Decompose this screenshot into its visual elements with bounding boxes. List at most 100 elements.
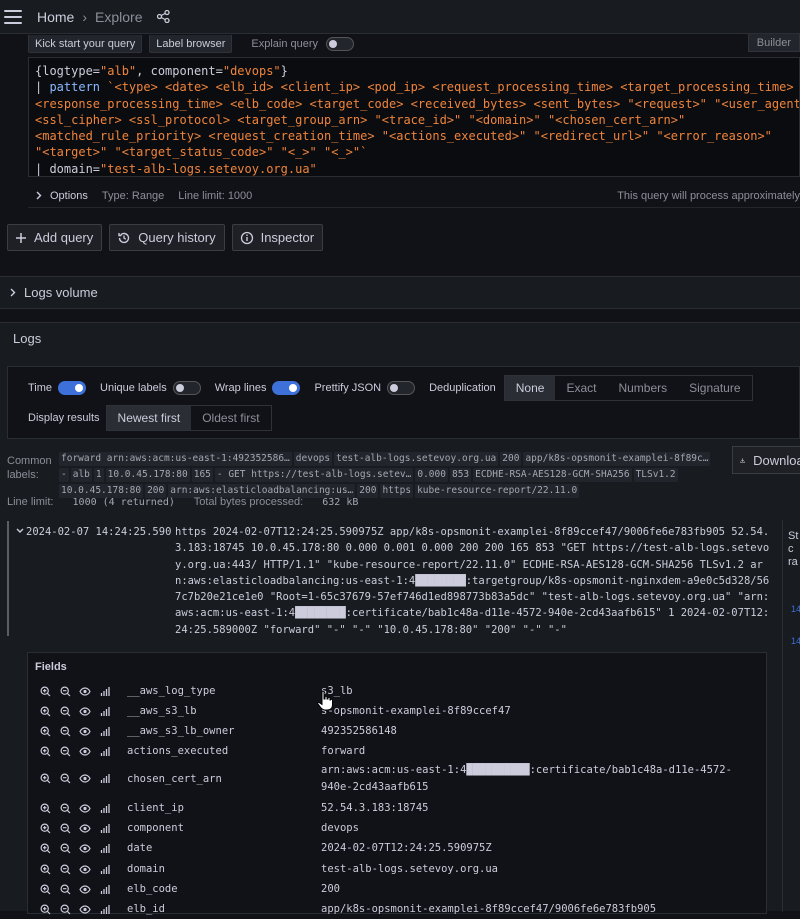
download-label: Download bbox=[753, 452, 800, 468]
stats-icon[interactable] bbox=[95, 884, 115, 894]
zoom-out-icon[interactable] bbox=[55, 705, 75, 717]
eye-icon[interactable] bbox=[75, 904, 95, 914]
chevron-right-icon[interactable] bbox=[10, 288, 16, 297]
eye-icon[interactable] bbox=[75, 884, 95, 894]
info-icon bbox=[240, 231, 253, 244]
display-results-label: Display results bbox=[28, 412, 100, 424]
field-value: s3_lb bbox=[321, 684, 353, 697]
label-chip: 1 bbox=[93, 468, 104, 482]
zoom-in-icon[interactable] bbox=[35, 773, 55, 784]
breadcrumb-home[interactable]: Home bbox=[37, 9, 74, 25]
top-nav-bar: Home › Explore bbox=[0, 0, 800, 34]
zoom-out-icon[interactable] bbox=[55, 773, 75, 784]
field-row: component devops bbox=[28, 818, 768, 838]
label-chip: https bbox=[380, 484, 414, 498]
eye-icon[interactable] bbox=[75, 803, 95, 813]
zoom-in-icon[interactable] bbox=[35, 822, 55, 834]
stats-icon[interactable] bbox=[95, 774, 115, 783]
side-timestamp[interactable]: 14 bbox=[791, 636, 800, 646]
zoom-out-icon[interactable] bbox=[55, 685, 75, 697]
options-line-limit: Line limit: 1000 bbox=[178, 189, 253, 202]
stats-icon[interactable] bbox=[95, 803, 115, 813]
stats-icon[interactable] bbox=[95, 726, 115, 736]
zoom-out-icon[interactable] bbox=[55, 822, 75, 834]
share-icon[interactable] bbox=[156, 10, 170, 23]
inspector-button[interactable]: Inspector bbox=[231, 224, 324, 251]
zoom-in-icon[interactable] bbox=[35, 685, 55, 697]
logs-volume-title: Logs volume bbox=[24, 285, 98, 300]
field-name: component bbox=[127, 822, 184, 834]
chevron-right-icon[interactable] bbox=[36, 191, 42, 200]
field-name: __aws_s3_lb bbox=[127, 705, 197, 717]
wrap-lines-toggle[interactable] bbox=[272, 381, 301, 395]
logs-volume-panel[interactable]: Logs volume bbox=[0, 276, 800, 309]
zoom-out-icon[interactable] bbox=[55, 903, 75, 915]
logs-panel: Logs Time Unique labels Wrap lines Prett… bbox=[0, 322, 800, 915]
builder-button[interactable]: Builder bbox=[747, 34, 800, 52]
common-labels-list: forward arn:aws:acm:us-east-1:492352586…… bbox=[59, 451, 724, 499]
stats-icon[interactable] bbox=[95, 706, 115, 716]
field-value: forward bbox=[321, 744, 366, 757]
eye-icon[interactable] bbox=[75, 706, 95, 716]
zoom-in-icon[interactable] bbox=[35, 903, 55, 915]
zoom-out-icon[interactable] bbox=[55, 725, 75, 737]
zoom-in-icon[interactable] bbox=[35, 883, 55, 895]
download-icon bbox=[740, 457, 745, 463]
query-token: "test-alb-logs.setevoy.org.ua" bbox=[100, 161, 317, 176]
zoom-out-icon[interactable] bbox=[55, 863, 75, 875]
field-value: app/k8s-opsmonit-examplei-8f89ccef47/900… bbox=[321, 902, 657, 915]
stats-icon[interactable] bbox=[95, 843, 115, 853]
stats-icon[interactable] bbox=[95, 746, 115, 756]
add-query-button[interactable]: Add query bbox=[7, 224, 103, 251]
stats-icon[interactable] bbox=[95, 823, 115, 833]
field-value: 200 bbox=[321, 882, 340, 895]
label-chip: kube-resource-report/22.11.0 bbox=[415, 484, 580, 498]
zoom-in-icon[interactable] bbox=[35, 725, 55, 737]
newest-first[interactable]: Newest first bbox=[106, 406, 192, 430]
label-chip: 165 bbox=[191, 468, 213, 482]
zoom-in-icon[interactable] bbox=[35, 745, 55, 757]
zoom-out-icon[interactable] bbox=[55, 842, 75, 854]
hand-cursor-icon bbox=[317, 690, 333, 711]
zoom-out-icon[interactable] bbox=[55, 883, 75, 895]
dedup-signature[interactable]: Signature bbox=[678, 376, 751, 400]
explain-query-toggle[interactable] bbox=[326, 37, 355, 51]
stats-icon[interactable] bbox=[95, 864, 115, 874]
query-editor[interactable]: {logtype="alb", component="devops"} | pa… bbox=[28, 57, 800, 177]
dedup-numbers[interactable]: Numbers bbox=[607, 376, 678, 400]
field-row: __aws_s3_lb s-opsmonit-examplei-8f89ccef4… bbox=[28, 701, 768, 721]
zoom-out-icon[interactable] bbox=[55, 745, 75, 757]
eye-icon[interactable] bbox=[75, 746, 95, 756]
eye-icon[interactable] bbox=[75, 774, 95, 783]
time-toggle[interactable] bbox=[58, 381, 87, 395]
eye-icon[interactable] bbox=[75, 843, 95, 853]
zoom-in-icon[interactable] bbox=[35, 802, 55, 814]
dedup-exact[interactable]: Exact bbox=[555, 376, 607, 400]
stats-icon[interactable] bbox=[95, 686, 115, 696]
dedup-none[interactable]: None bbox=[504, 376, 556, 400]
zoom-in-icon[interactable] bbox=[35, 842, 55, 854]
zoom-in-icon[interactable] bbox=[35, 705, 55, 717]
query-history-button[interactable]: Query history bbox=[109, 224, 225, 251]
zoom-in-icon[interactable] bbox=[35, 863, 55, 875]
oldest-first[interactable]: Oldest first bbox=[191, 406, 270, 430]
kick-start-button[interactable]: Kick start your query bbox=[28, 35, 143, 53]
eye-icon[interactable] bbox=[75, 823, 95, 833]
download-button[interactable]: Download bbox=[732, 446, 800, 474]
side-text: c bbox=[788, 543, 794, 555]
query-actions: Add query Query history Inspector bbox=[7, 224, 330, 251]
side-timestamp[interactable]: 14 bbox=[791, 604, 800, 614]
zoom-out-icon[interactable] bbox=[55, 802, 75, 814]
menu-icon[interactable] bbox=[4, 9, 22, 24]
unique-labels-toggle[interactable] bbox=[172, 381, 201, 395]
chevron-down-icon[interactable] bbox=[16, 528, 24, 534]
eye-icon[interactable] bbox=[75, 686, 95, 696]
eye-icon[interactable] bbox=[75, 864, 95, 874]
field-value: devops bbox=[321, 821, 359, 834]
eye-icon[interactable] bbox=[75, 726, 95, 736]
query-options-row[interactable]: Options Type: Range Line limit: 1000 Thi… bbox=[28, 184, 800, 208]
prettify-json-toggle[interactable] bbox=[387, 381, 416, 395]
stats-icon[interactable] bbox=[95, 904, 115, 914]
log-row[interactable]: 2024-02-07 14:24:25.590 https 2024-02-07… bbox=[7, 521, 773, 636]
label-browser-button[interactable]: Label browser bbox=[149, 35, 233, 53]
